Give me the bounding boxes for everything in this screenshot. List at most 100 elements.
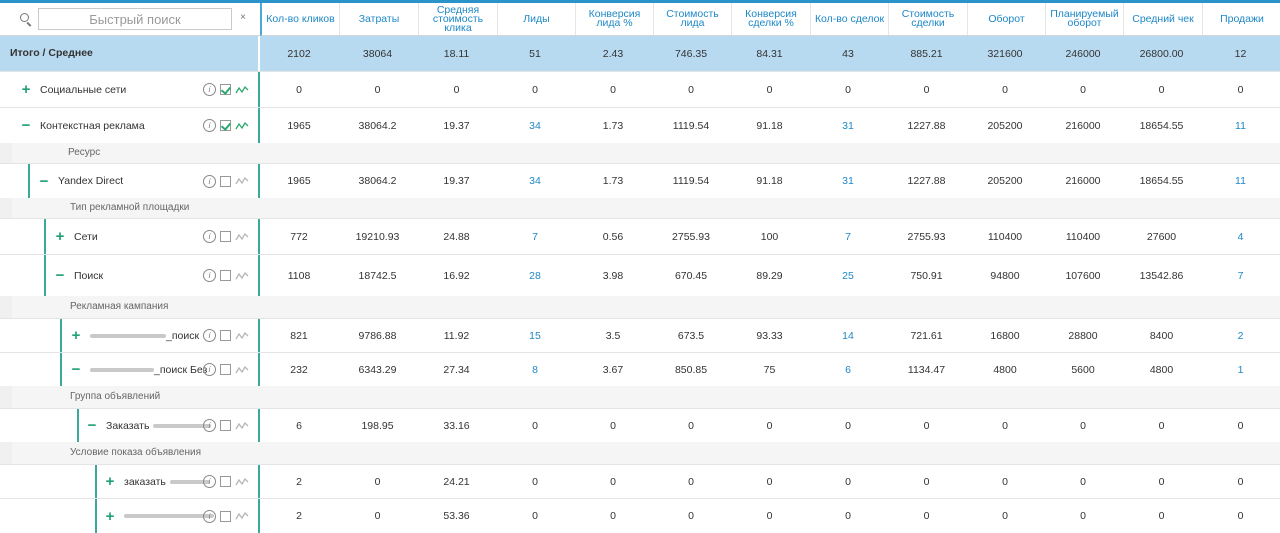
value-link[interactable]: 14 (809, 319, 887, 352)
collapse-icon[interactable]: − (52, 267, 68, 284)
info-icon[interactable]: i (203, 83, 216, 96)
column-header[interactable]: Затраты (340, 3, 419, 35)
info-icon[interactable]: i (203, 509, 216, 523)
group-caption-row: Тип рекламной площадки (12, 198, 1280, 218)
column-header[interactable]: Оборот (968, 3, 1046, 35)
group-caption-row: Рекламная кампания (12, 296, 1280, 318)
table-cell: 110400 (987, 230, 1023, 243)
table-cell: 821 (290, 329, 308, 342)
value-link[interactable]: 28 (496, 255, 574, 296)
table-row: + _поиск i 821 9786.88 11.92 15 3.5 673.5 93.33 14… (0, 318, 1280, 352)
column-header[interactable]: Лиды (498, 3, 576, 35)
tree-branch-line (60, 319, 62, 352)
row-checkbox[interactable] (220, 270, 231, 281)
table-cell: 3.98 (602, 269, 624, 282)
info-icon[interactable]: i (203, 475, 216, 488)
table-cell: 0 (1158, 475, 1165, 488)
expand-icon[interactable]: + (52, 228, 68, 245)
value-link[interactable]: 11 (1201, 108, 1280, 143)
value-link[interactable]: 31 (809, 108, 887, 143)
clear-search-icon[interactable]: × (238, 12, 248, 24)
row-checkbox[interactable] (220, 476, 231, 487)
row-checkbox[interactable] (220, 175, 231, 187)
row-checkbox[interactable] (220, 120, 231, 131)
table-cell: 0 (766, 83, 773, 96)
info-icon[interactable]: i (203, 363, 216, 376)
collapse-icon[interactable]: − (18, 117, 34, 134)
trend-chart-icon[interactable] (235, 271, 249, 281)
value-link[interactable]: 31 (809, 164, 887, 198)
trend-chart-icon[interactable] (235, 121, 249, 131)
value-link[interactable]: 4 (1201, 219, 1280, 254)
column-header[interactable]: Кол-во сделок (811, 3, 889, 35)
trend-chart-icon[interactable] (235, 421, 249, 431)
column-header[interactable]: Средний чек (1124, 3, 1203, 35)
collapse-icon[interactable]: − (68, 361, 84, 378)
group-caption-row: Группа объявлений (12, 386, 1280, 408)
trend-chart-icon[interactable] (235, 331, 249, 341)
table-cell: 0 (688, 475, 694, 488)
table-row: + Социальные сети i 0 0 0 0 0 0 0 0 0 0 0 0 0 (0, 71, 1280, 107)
value-link[interactable]: 8 (496, 353, 574, 386)
column-header[interactable]: Стоимость лида (654, 3, 732, 35)
value-link[interactable]: 6 (809, 353, 887, 386)
expand-icon[interactable]: + (68, 327, 84, 344)
trend-chart-icon[interactable] (235, 176, 249, 186)
expand-icon[interactable]: + (102, 508, 118, 525)
info-icon[interactable]: i (203, 119, 216, 132)
value-link[interactable]: 15 (496, 319, 574, 352)
info-icon[interactable]: i (203, 174, 216, 188)
value-link[interactable]: 34 (496, 164, 574, 198)
row-checkbox[interactable] (220, 231, 231, 242)
info-icon[interactable]: i (203, 269, 216, 282)
value-link[interactable]: 2 (1201, 319, 1280, 352)
table-cell: 0 (688, 510, 694, 522)
row-checkbox[interactable] (220, 364, 231, 375)
quick-search-input[interactable] (38, 8, 232, 30)
trend-chart-icon[interactable] (235, 232, 249, 242)
value-link[interactable]: 7 (496, 219, 574, 254)
value-link[interactable]: 34 (496, 108, 574, 143)
table-cell: 0 (1080, 510, 1086, 522)
table-cell: 0 (532, 475, 538, 488)
info-icon[interactable]: i (203, 419, 216, 432)
total-value: 2102 (287, 47, 311, 60)
column-header[interactable]: Планируемый оборот (1046, 3, 1124, 35)
value-link[interactable]: 7 (1201, 255, 1280, 296)
value-link[interactable]: 25 (809, 255, 887, 296)
info-icon[interactable]: i (203, 230, 216, 243)
column-header[interactable]: Конверсия лида % (576, 3, 654, 35)
table-cell: 38064.2 (358, 175, 397, 187)
table-cell: 4800 (993, 363, 1017, 376)
trend-chart-icon[interactable] (235, 511, 249, 521)
table-row: + Сети i 772 19210.93 24.88 7 0.56 2755.93 100 7 27… (0, 218, 1280, 254)
table-cell: 100 (760, 230, 779, 243)
trend-chart-icon[interactable] (235, 365, 249, 375)
row-checkbox[interactable] (220, 84, 231, 95)
table-cell: 0 (1237, 510, 1244, 522)
info-icon[interactable]: i (203, 329, 216, 342)
row-checkbox[interactable] (220, 510, 231, 522)
column-header[interactable]: Продажи (1203, 3, 1280, 35)
expand-icon[interactable]: + (18, 81, 34, 98)
trend-chart-icon[interactable] (235, 477, 249, 487)
trend-chart-icon[interactable] (235, 85, 249, 95)
table-cell: 91.18 (756, 175, 783, 187)
value-link[interactable]: 11 (1201, 164, 1280, 198)
column-header[interactable]: Стоимость сделки (889, 3, 968, 35)
row-name: + (102, 499, 214, 533)
table-cell: 0 (610, 419, 616, 432)
collapse-icon[interactable]: − (84, 417, 100, 434)
column-header[interactable]: Средняя стоимость клика (419, 3, 498, 35)
value-link[interactable]: 1 (1201, 353, 1280, 386)
row-checkbox[interactable] (220, 330, 231, 341)
row-checkbox[interactable] (220, 420, 231, 431)
row-name: − Контекстная реклама (18, 108, 145, 143)
collapse-icon[interactable]: − (36, 173, 52, 190)
redacted-text (90, 333, 166, 338)
value-link[interactable]: 7 (809, 219, 887, 254)
total-value: 885.21 (910, 47, 943, 60)
expand-icon[interactable]: + (102, 473, 118, 490)
column-header[interactable]: Кол-во кликов (262, 3, 340, 35)
column-header[interactable]: Конверсия сделки % (732, 3, 811, 35)
